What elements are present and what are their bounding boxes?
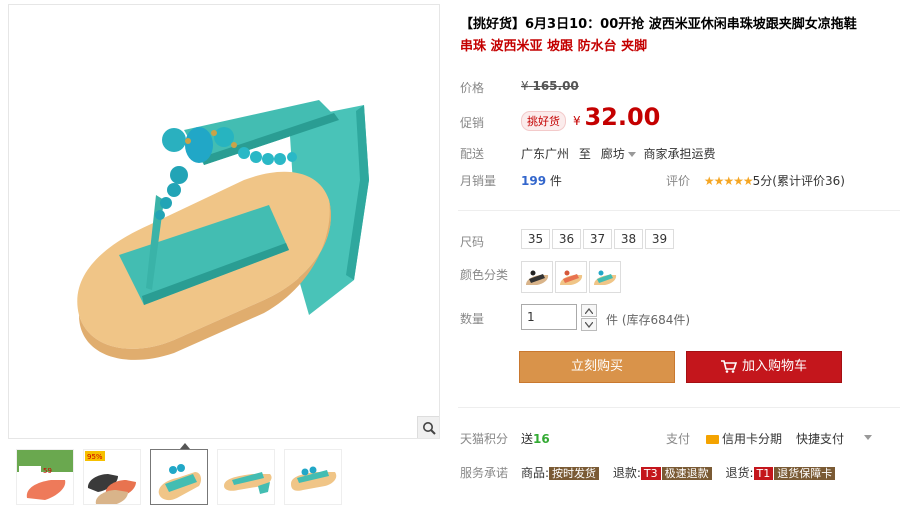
promise-badge: T1 — [753, 467, 774, 480]
quantity-decrease-button[interactable] — [581, 318, 597, 331]
thumbnail-strip: 59 95% — [8, 440, 440, 508]
product-info-panel: 【挑好货】6月3日10：00开抢 波西米亚休闲串珠坡跟夹脚女凉拖鞋 串珠 波西米… — [458, 0, 900, 511]
payment-quick-pay[interactable]: 快捷支付 — [796, 430, 844, 447]
payment-credit-installment[interactable]: 信用卡分期 — [706, 430, 782, 447]
product-title-block: 【挑好货】6月3日10：00开抢 波西米亚休闲串珠坡跟夹脚女凉拖鞋 串珠 波西米… — [460, 14, 898, 58]
original-price-currency: ¥ — [521, 79, 529, 93]
points-text: 送 — [521, 432, 534, 446]
size-option[interactable]: 39 — [645, 229, 674, 249]
points-info: 送16 — [521, 430, 550, 447]
sales-label: 月销量 — [460, 174, 497, 188]
shipping-label: 配送 — [460, 147, 485, 161]
rating-text: 5分(累计评价36) — [752, 174, 845, 188]
rating-label: 评价 — [666, 174, 691, 188]
monthly-sales: 199 件 — [521, 172, 562, 189]
promo-badge: 挑好货 — [521, 111, 566, 131]
service-promises: 商品: 按时发货 退款: T3 极速退款 退货: T1 退货保障卡 — [521, 464, 845, 481]
sales-unit: 件 — [549, 174, 562, 188]
credit-card-icon — [706, 435, 719, 444]
color-option-orange[interactable] — [555, 261, 587, 293]
size-option[interactable]: 38 — [614, 229, 643, 249]
points-value: 16 — [533, 432, 550, 446]
chevron-down-icon[interactable] — [864, 435, 872, 440]
promise-item[interactable]: 退款: T3 极速退款 — [613, 466, 712, 480]
size-label: 尺码 — [460, 235, 485, 249]
payment-label: 支付 — [666, 432, 691, 446]
product-title: 【挑好货】6月3日10：00开抢 波西米亚休闲串珠坡跟夹脚女凉拖鞋 — [460, 17, 857, 32]
rating[interactable]: 评价 ★★★★★5分(累计评价36) — [666, 172, 845, 189]
promo-price-currency: ¥ — [573, 114, 581, 128]
price-label: 价格 — [460, 81, 485, 95]
zoom-icon — [422, 421, 436, 435]
thumbnail-5[interactable] — [284, 449, 342, 505]
size-options: 35 36 37 38 39 — [521, 229, 676, 249]
sales-count: 199 — [521, 174, 547, 188]
color-option-black[interactable] — [521, 261, 553, 293]
add-to-cart-button[interactable]: 加入购物车 — [686, 351, 842, 383]
quantity-input[interactable]: 1 — [521, 304, 577, 330]
main-image-gallery — [8, 4, 440, 439]
original-price-value: 165.00 — [532, 79, 579, 93]
divider — [458, 210, 900, 211]
promises-label: 服务承诺 — [460, 466, 509, 480]
up-arrow-icon — [585, 307, 593, 314]
shipping-destination: 廊坊 — [600, 147, 625, 161]
cart-icon — [720, 360, 737, 373]
promise-tag: 按时发货 — [549, 467, 600, 480]
add-to-cart-label: 加入购物车 — [741, 359, 807, 374]
color-options — [521, 261, 623, 296]
shipping-info: 广东广州 至 廊坊 商家承担运费 — [521, 145, 716, 162]
shipping-destination-select[interactable]: 廊坊 — [601, 147, 644, 161]
color-option-turquoise[interactable] — [589, 261, 621, 293]
promise-prefix: 退款: — [612, 466, 641, 480]
promise-item[interactable]: 商品: 按时发货 — [521, 466, 600, 480]
thumbnail-badge: 95% — [87, 453, 103, 461]
shipping-note: 商家承担运费 — [643, 147, 716, 161]
zoom-button[interactable] — [417, 416, 439, 438]
promise-prefix: 退货: — [725, 466, 754, 480]
points-label: 天猫积分 — [460, 432, 509, 446]
thumbnail-1[interactable]: 59 — [16, 449, 74, 505]
color-label: 颜色分类 — [460, 268, 509, 282]
promise-badge: T3 — [640, 467, 661, 480]
promise-item[interactable]: 退货: T1 退货保障卡 — [725, 466, 836, 480]
thumbnail-3[interactable] — [150, 449, 208, 505]
quantity-increase-button[interactable] — [581, 304, 597, 317]
payment-credit-text: 信用卡分期 — [722, 432, 783, 446]
thumbnail-4[interactable] — [217, 449, 275, 505]
chevron-down-icon — [627, 152, 636, 157]
size-option[interactable]: 37 — [583, 229, 612, 249]
shipping-to-word: 至 — [578, 147, 591, 161]
quantity-label: 数量 — [460, 312, 485, 326]
shipping-from: 广东广州 — [521, 147, 570, 161]
buy-now-button[interactable]: 立刻购买 — [519, 351, 675, 383]
main-product-image — [77, 100, 369, 360]
thumbnail-caption: 59 — [43, 467, 52, 475]
promo-label: 促销 — [460, 116, 485, 130]
down-arrow-icon — [585, 321, 593, 328]
size-option[interactable]: 36 — [552, 229, 581, 249]
promise-tag: 极速退款 — [661, 467, 712, 480]
price-box: 价格 ¥ 165.00 促销 挑好货 ¥ 32.00 配送 广东广州 至 廊坊 … — [458, 70, 900, 200]
original-price: ¥ 165.00 — [521, 79, 579, 93]
rating-stars-icon: ★★★★★ — [703, 174, 754, 188]
product-subtitle: 串珠 波西米亚 坡跟 防水台 夹脚 — [460, 39, 648, 54]
promo-price-value: 32.00 — [584, 103, 661, 131]
stock-info: 件 (库存684件) — [606, 313, 691, 327]
promo-price: ¥ 32.00 — [573, 103, 660, 131]
divider — [458, 407, 900, 408]
promise-prefix: 商品: — [521, 466, 550, 480]
size-option[interactable]: 35 — [521, 229, 550, 249]
thumbnail-2[interactable]: 95% — [83, 449, 141, 505]
promise-tag: 退货保障卡 — [774, 467, 836, 480]
